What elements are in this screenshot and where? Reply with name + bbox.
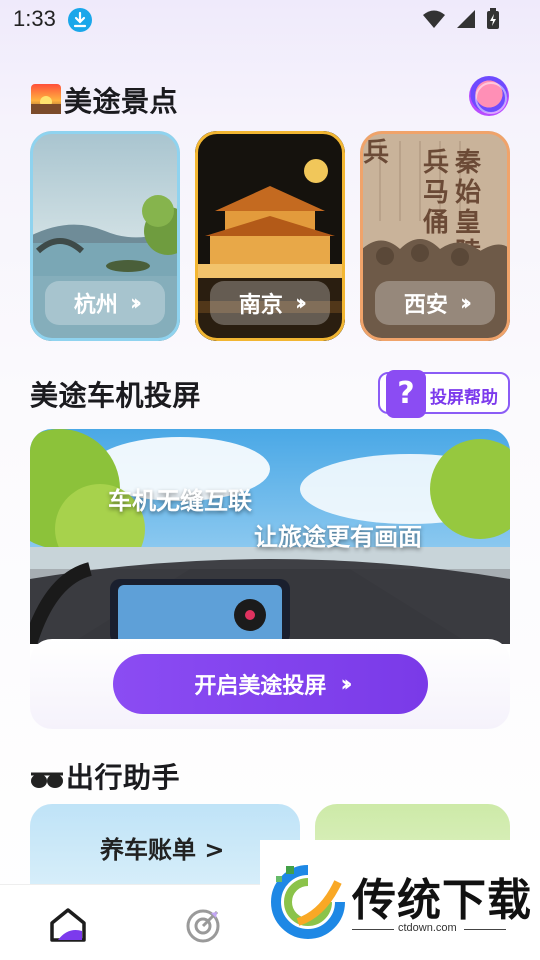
helper-title-text: 出行助手 [66,761,181,794]
status-time: 1:33 [13,6,56,31]
car-bill-label: 养车账单 > [100,836,225,864]
start-projection-button[interactable]: 开启美途投屏 ›› [113,654,428,714]
svg-text:马: 马 [423,178,449,208]
svg-text:兵: 兵 [363,138,389,168]
watermark-logo [271,865,345,939]
projection-card-footer: 开启美途投屏 ›› [30,639,510,729]
banner-line-1: 车机无缝互联 [108,487,252,515]
attraction-card-xian[interactable]: 秦 始 皇 陵 兵 马 俑 兵 西安 ›› [360,131,510,341]
wifi-icon [423,10,445,28]
attraction-pill: 杭州 ›› [45,281,165,325]
svg-text:俑: 俑 [423,208,449,238]
watermark-rule [352,929,394,930]
attraction-pill: 南京 ›› [210,281,330,325]
start-projection-label: 开启美途投屏 [194,674,327,699]
banner-line-2: 让旅途更有画面 [254,523,422,551]
svg-text:皇: 皇 [455,208,481,238]
attraction-label-nanjing: 南京 [238,293,283,318]
double-chevron-right-icon: ›› [129,290,142,316]
projection-help-button[interactable]: ? 投屏帮助 [378,370,510,418]
attraction-label-hangzhou: 杭州 [73,293,118,318]
attractions-section-title: 美途景点 [30,80,178,122]
helper-section-title: 出行助手 [30,756,180,798]
attraction-pill: 西安 ›› [375,281,495,325]
watermark-rule [464,929,506,930]
target-icon [186,909,220,943]
attraction-label-xian: 西安 [403,293,448,318]
attractions-title-text: 美途景点 [64,85,179,118]
signal-icon [457,10,475,28]
attraction-card-nanjing[interactable]: 南京 ›› [195,131,345,341]
watermark-url: ctdown.com [398,922,457,934]
sunglasses-icon [30,765,64,798]
status-bar: 1:33 [0,0,540,38]
projection-section-title: 美途车机投屏 [30,379,202,412]
sunset-icon [30,83,62,122]
download-icon [68,8,92,32]
projection-card: 车机无缝互联 让旅途更有画面 开启美途投屏 ›› [30,429,510,729]
battery-icon [487,8,499,29]
attraction-card-hangzhou[interactable]: 杭州 ›› [30,131,180,341]
user-avatar[interactable] [469,76,509,116]
svg-text:兵: 兵 [423,148,449,178]
projection-help-label: 投屏帮助 [430,388,498,408]
double-chevron-right-icon: ›› [459,290,472,316]
status-icons [422,8,500,30]
double-chevron-right-icon: ›› [294,290,307,316]
double-chevron-right-icon: ›› [340,671,352,697]
nav-home[interactable] [48,905,88,945]
watermark-text: 传统下载 [352,875,532,926]
calligraphy-art: 秦 [454,148,482,178]
nav-discover[interactable] [183,905,223,945]
home-icon [50,908,86,942]
svg-text:始: 始 [455,178,481,208]
question-icon: ? [386,370,426,418]
watermark: 传统下载 ctdown.com [260,840,540,960]
